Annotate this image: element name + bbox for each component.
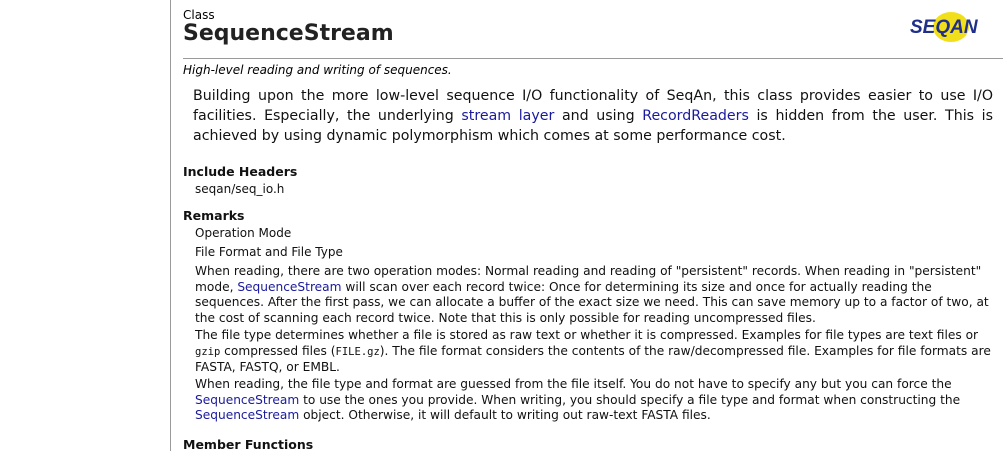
sequencestream-link[interactable]: SequenceStream bbox=[237, 280, 341, 294]
recordreaders-link[interactable]: RecordReaders bbox=[642, 108, 749, 124]
logo-text: SEQAN bbox=[910, 17, 979, 38]
description-text: and using bbox=[554, 108, 643, 124]
left-navigation-frame bbox=[0, 0, 171, 451]
main-content: Class SequenceStream SEQAN High-level re… bbox=[183, 0, 1003, 452]
remark-paragraph-reading-modes: When reading, there are two operation mo… bbox=[195, 264, 995, 326]
page-header: Class SequenceStream SEQAN bbox=[183, 0, 1003, 59]
remark-paragraph-file-type: The file type determines whether a file … bbox=[195, 328, 995, 376]
sequencestream-link[interactable]: SequenceStream bbox=[195, 408, 299, 422]
remark-text: compressed files ( bbox=[220, 343, 336, 358]
remark-text: When reading, the file type and format a… bbox=[195, 377, 952, 391]
remark-paragraph-guessing: When reading, the file type and format a… bbox=[195, 377, 995, 424]
entity-kind-label: Class bbox=[183, 8, 215, 22]
file-gz-code: FILE.gz bbox=[335, 345, 380, 358]
description-paragraph: Building upon the more low-level sequenc… bbox=[193, 86, 993, 146]
gzip-code: gzip bbox=[195, 345, 221, 358]
remark-text: The file type determines whether a file … bbox=[195, 328, 979, 342]
summary-text: High-level reading and writing of sequen… bbox=[183, 63, 452, 77]
remarks-heading: Remarks bbox=[183, 208, 245, 223]
sequencestream-link[interactable]: SequenceStream bbox=[195, 393, 299, 407]
seqan-logo[interactable]: SEQAN bbox=[909, 10, 983, 48]
stream-layer-link[interactable]: stream layer bbox=[461, 108, 554, 124]
page-title: SequenceStream bbox=[183, 21, 394, 46]
remark-text: object. Otherwise, it will default to wr… bbox=[299, 408, 711, 422]
include-header-value: seqan/seq_io.h bbox=[195, 182, 285, 196]
member-functions-heading: Member Functions bbox=[183, 437, 314, 452]
remark-operation-mode: Operation Mode bbox=[195, 226, 292, 240]
include-headers-heading: Include Headers bbox=[183, 164, 298, 179]
remark-file-format: File Format and File Type bbox=[195, 245, 343, 259]
remark-text: to use the ones you provide. When writin… bbox=[299, 392, 961, 407]
